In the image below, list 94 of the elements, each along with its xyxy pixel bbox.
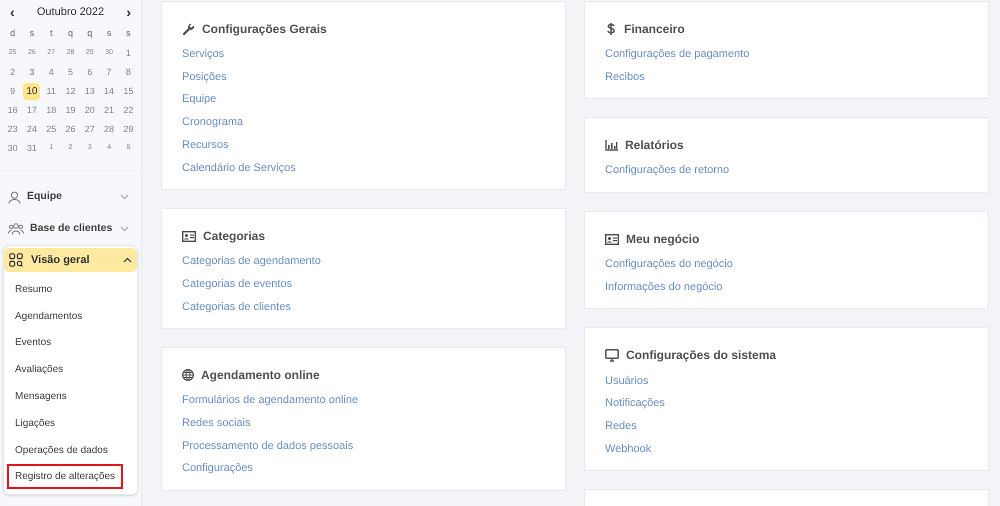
- calendar-day[interactable]: 26: [65, 122, 76, 136]
- calendar-day[interactable]: 24: [26, 122, 37, 136]
- submenu-item[interactable]: Registro de alterações: [7, 464, 124, 490]
- wrench-icon: [182, 22, 195, 36]
- settings-link[interactable]: Posições: [182, 68, 227, 86]
- settings-link[interactable]: Informações do negócio: [605, 278, 722, 296]
- calendar-day[interactable]: 12: [65, 84, 76, 98]
- settings-link[interactable]: Webhook: [605, 440, 652, 458]
- weekday-label: q: [86, 27, 94, 40]
- globe-icon: [182, 369, 194, 382]
- settings-link[interactable]: Categorias de eventos: [182, 276, 292, 292]
- previous-month-button[interactable]: ‹: [10, 5, 15, 19]
- calendar-day[interactable]: 7: [106, 66, 112, 80]
- settings-link[interactable]: Formulários de agendamento online: [182, 392, 358, 409]
- settings-link[interactable]: Processamento de dados pessoais: [182, 438, 354, 454]
- chevron-down-icon: [120, 226, 129, 232]
- settings-link[interactable]: Recursos: [182, 136, 228, 154]
- calendar-day[interactable]: 15: [123, 84, 134, 98]
- weekday-label: q: [66, 27, 74, 40]
- dollar-icon: [605, 22, 617, 36]
- card-title: Configurações do sistema: [626, 347, 776, 364]
- submenu-item[interactable]: Avaliações: [7, 357, 72, 382]
- calendar-day[interactable]: 18: [46, 104, 56, 118]
- calendar-day[interactable]: 20: [84, 104, 95, 118]
- card-title: Financeiro: [624, 21, 685, 38]
- weekday-label: d: [9, 27, 16, 40]
- user-icon: [8, 190, 21, 204]
- settings-link[interactable]: Redes sociais: [182, 414, 250, 432]
- calendar-day[interactable]: 25: [46, 122, 56, 136]
- settings-link[interactable]: Configurações de pagamento: [605, 46, 750, 63]
- weekday-label: s: [125, 27, 132, 40]
- calendar-day[interactable]: 21: [104, 104, 114, 118]
- id-card-icon: [605, 234, 619, 245]
- settings-link[interactable]: Usuários: [605, 372, 648, 390]
- settings-link[interactable]: Configurações de retorno: [605, 162, 730, 179]
- id-card-icon: [182, 230, 196, 242]
- calendar-day[interactable]: 4: [48, 66, 54, 80]
- weekday-label: s: [106, 27, 112, 40]
- calendar-day[interactable]: 5: [68, 66, 73, 80]
- chevron-up-icon: [123, 257, 132, 263]
- calendar-day[interactable]: 27: [84, 122, 95, 136]
- calendar-day[interactable]: 8: [126, 66, 131, 80]
- calendar-day[interactable]: 9: [10, 84, 16, 98]
- grid-icon: [9, 253, 23, 267]
- calendar-day[interactable]: 22: [123, 104, 134, 118]
- submenu-item[interactable]: Ligações: [7, 410, 64, 436]
- calendar-day[interactable]: 14: [104, 84, 114, 98]
- calendar-day[interactable]: 13: [84, 84, 95, 98]
- calendar-day[interactable]: 29: [123, 122, 134, 136]
- settings-link[interactable]: Categorias de agendamento: [182, 253, 321, 270]
- next-month-button[interactable]: ›: [126, 5, 131, 19]
- settings-link[interactable]: Notificações: [605, 395, 665, 412]
- submenu-item[interactable]: Agendamentos: [7, 304, 90, 329]
- card-title: Meu negócio: [626, 231, 700, 248]
- menu-item[interactable]: Visão geral: [4, 248, 137, 272]
- settings-link[interactable]: Calendário de Serviços: [182, 160, 296, 176]
- monitor-icon: [605, 348, 619, 362]
- calendar-day[interactable]: 28: [104, 122, 114, 136]
- settings-link[interactable]: Serviços: [182, 46, 224, 63]
- calendar-day[interactable]: 31: [26, 142, 37, 156]
- settings-link[interactable]: Categorias de clientes: [182, 298, 291, 316]
- weekday-label: t: [48, 27, 54, 40]
- submenu-item[interactable]: Operações de dados: [7, 438, 116, 463]
- card-title: Configurações Gerais: [202, 21, 327, 38]
- calendar-day[interactable]: 2: [10, 66, 16, 80]
- card-title: Agendamento online: [201, 367, 320, 384]
- calendar-day[interactable]: 3: [29, 66, 34, 80]
- settings-link[interactable]: Cronograma: [182, 114, 244, 131]
- menu-item[interactable]: Base de clientes: [0, 213, 141, 245]
- settings-link[interactable]: Redes: [605, 418, 637, 434]
- calendar-day[interactable]: 1: [126, 46, 131, 60]
- calendar-day[interactable]: 17: [26, 104, 37, 118]
- submenu-item[interactable]: Eventos: [7, 330, 60, 356]
- calendar-day[interactable]: 10: [23, 83, 40, 100]
- settings-link[interactable]: Equipe: [182, 91, 216, 108]
- menu-item[interactable]: Equipe: [0, 181, 141, 213]
- submenu-item[interactable]: Resumo: [7, 276, 60, 302]
- card-title: Relatórios: [625, 137, 684, 154]
- calendar-day[interactable]: 16: [8, 104, 18, 118]
- calendar-day[interactable]: 19: [65, 104, 76, 118]
- settings-link[interactable]: Configurações do negócio: [605, 256, 733, 273]
- calendar-day[interactable]: 6: [87, 66, 92, 80]
- settings-link[interactable]: Configurações: [182, 460, 253, 477]
- calendar-day[interactable]: 23: [8, 122, 18, 136]
- bar-chart-icon: [605, 140, 618, 151]
- calendar-day[interactable]: 11: [46, 84, 56, 98]
- card-title: Categorias: [203, 228, 266, 246]
- submenu-item[interactable]: Mensagens: [7, 384, 75, 410]
- users-icon: [8, 223, 24, 235]
- calendar-day[interactable]: 30: [8, 142, 18, 156]
- month-title: Outubro 2022: [36, 4, 104, 20]
- weekday-label: s: [28, 27, 36, 40]
- settings-link[interactable]: Recibos: [605, 68, 645, 86]
- chevron-down-icon: [120, 194, 129, 200]
